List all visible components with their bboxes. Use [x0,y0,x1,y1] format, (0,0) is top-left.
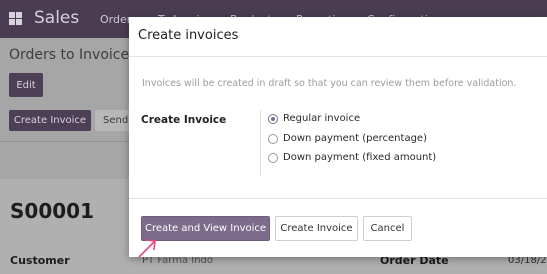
radio-label: Regular invoice [283,113,361,124]
dialog-title: Create invoices [138,28,239,43]
radio-option-regular-invoice[interactable]: Regular invoice [268,113,360,124]
radio-button-icon[interactable] [268,152,278,163]
radio-option-down-payment-fixed[interactable]: Down payment (fixed amount) [268,152,436,163]
app-name: Sales [34,8,80,28]
create-invoice-field-label: Create Invoice [141,114,227,126]
record-title: S00001 [10,199,94,223]
edit-button[interactable]: Edit [9,73,43,97]
field-divider [260,110,261,176]
cancel-button[interactable]: Cancel [363,216,412,241]
create-and-view-invoice-button[interactable]: Create and View Invoice [141,216,270,241]
apps-grid-icon[interactable] [9,12,22,25]
create-invoices-dialog: Create invoices Invoices will be created… [129,17,547,257]
customer-label: Customer [10,254,70,267]
radio-option-down-payment-percentage[interactable]: Down payment (percentage) [268,133,427,144]
create-invoice-button[interactable]: Create Invoice [275,216,358,241]
radio-label: Down payment (percentage) [283,133,427,144]
dialog-footer-divider [129,198,547,199]
dialog-header: Create invoices [129,17,547,57]
annotation-arrow-icon [138,239,156,258]
bg-create-invoice-button[interactable]: Create Invoice [9,110,91,131]
dialog-hint-text: Invoices will be created in draft so tha… [142,78,517,89]
radio-button-icon[interactable] [268,133,278,144]
breadcrumb[interactable]: Orders to Invoice / [9,47,138,63]
radio-label: Down payment (fixed amount) [283,152,437,163]
radio-button-checked-icon[interactable] [268,113,278,124]
